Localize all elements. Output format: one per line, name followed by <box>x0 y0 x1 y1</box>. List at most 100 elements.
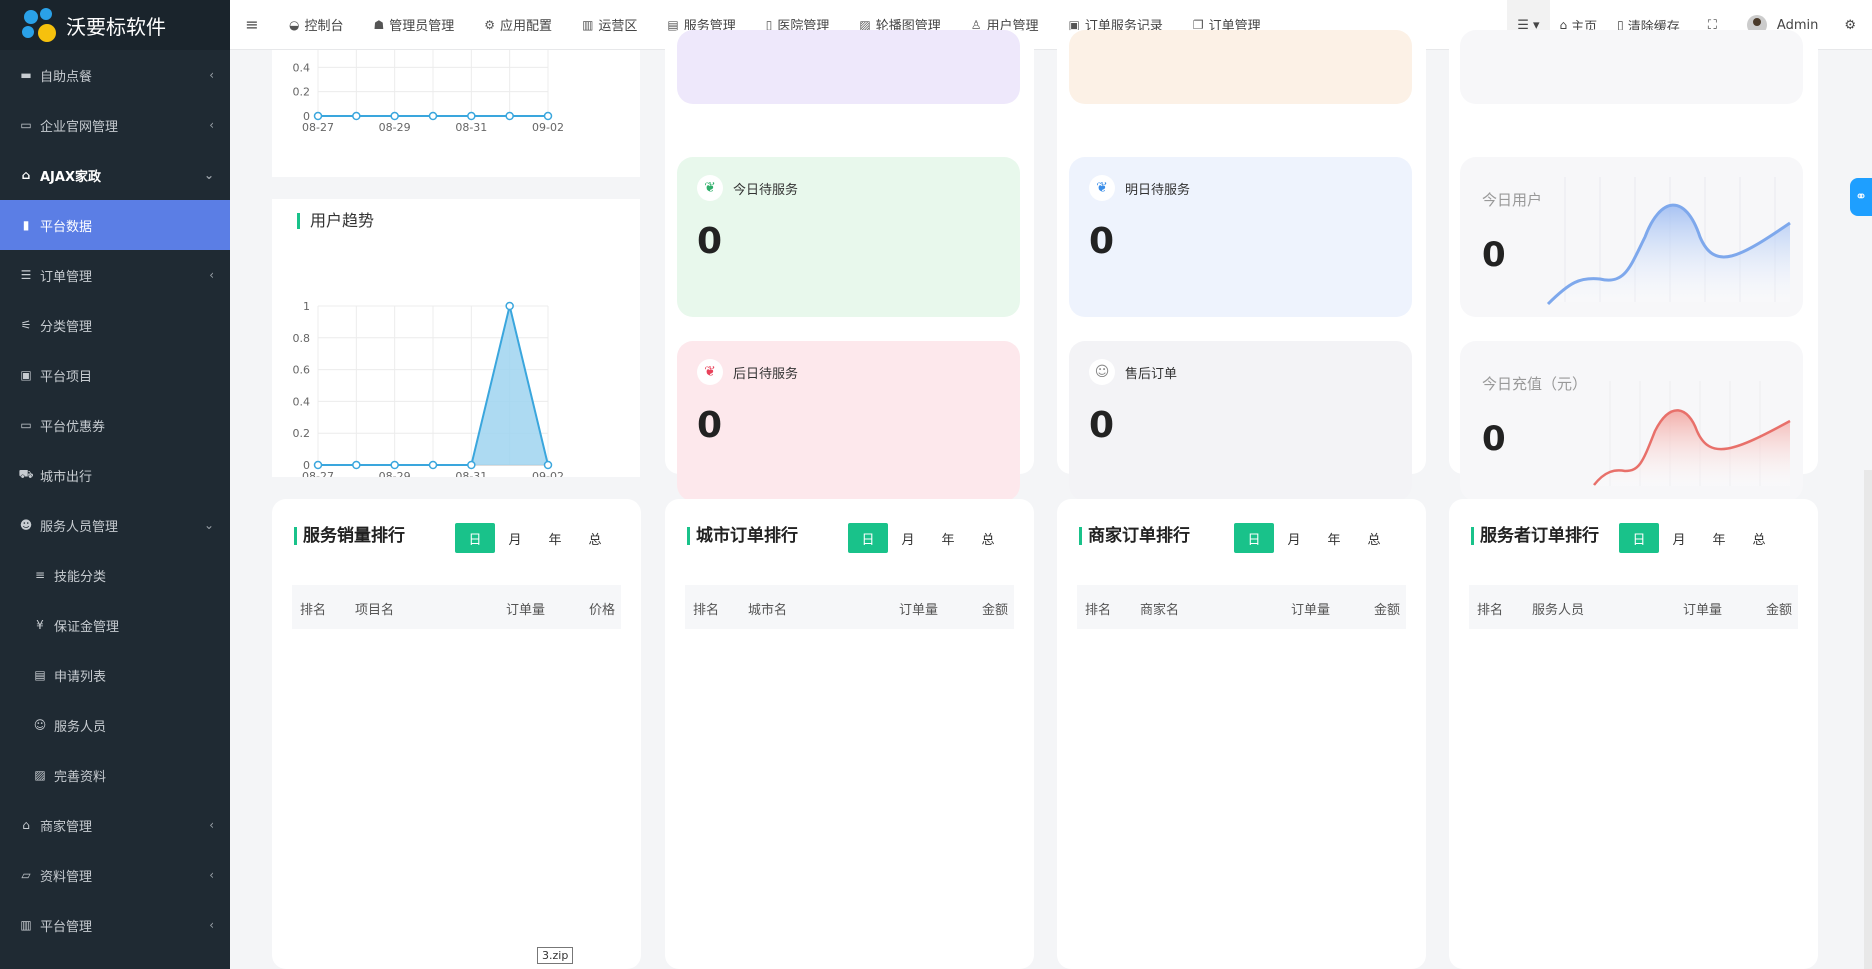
x-tick-label: 08-27 <box>302 470 334 477</box>
tomorrow-service-label: 明日待服务 <box>1125 183 1191 198</box>
period-tab[interactable]: 月 <box>1659 523 1699 553</box>
column-header[interactable]: 排名 <box>693 599 719 618</box>
period-tab[interactable]: 年 <box>928 523 968 553</box>
order-stats-panel: ❦ 明日待服务 0 ☺ 售后订单 0 <box>1057 30 1426 501</box>
y-tick-label: 0.6 <box>293 364 311 377</box>
data-point <box>428 460 438 470</box>
y-tick-label: 0.2 <box>293 86 311 99</box>
nav-item-2[interactable]: ⚙ 应用配置 <box>469 0 567 50</box>
column-header[interactable]: 订单量 <box>899 599 938 618</box>
sidebar-item-3[interactable]: ▮ 平台数据 <box>0 200 230 250</box>
column-header[interactable]: 服务人员 <box>1532 599 1584 618</box>
column-header[interactable]: 排名 <box>1085 599 1111 618</box>
smile-icon: ☺ <box>1089 359 1115 385</box>
nav-item-3[interactable]: ▥ 运营区 <box>567 0 652 50</box>
sidebar-item-label: 城市出行 <box>40 469 93 485</box>
sidebar-item-13[interactable]: ☺ 服务人员 <box>0 700 230 750</box>
dashboard-icon: ◒ <box>289 17 300 32</box>
today-service-box[interactable]: ❦ 今日待服务 0 <box>677 157 1020 317</box>
link-icon[interactable]: ⚭ <box>1850 178 1872 216</box>
today-users-sparkline <box>1546 177 1791 306</box>
brand[interactable]: 沃要标软件 <box>0 0 230 50</box>
column-header[interactable]: 订单量 <box>1291 599 1330 618</box>
sidebar-item-label: 完善资料 <box>54 769 107 785</box>
chevron-icon: ‹ <box>209 268 214 282</box>
user-trend-title: 用户趋势 <box>297 213 374 229</box>
user-icon: ☺ <box>33 718 47 732</box>
column-header[interactable]: 金额 <box>1374 599 1400 618</box>
today-recharge-sparkline <box>1593 381 1791 486</box>
image-icon: ▨ <box>34 768 46 782</box>
sidebar-item-0[interactable]: ▬ 自助点餐 ‹ <box>0 50 230 100</box>
sidebar-item-label: 自助点餐 <box>40 69 93 85</box>
sidebar-item-5[interactable]: ⚟ 分类管理 <box>0 300 230 350</box>
period-tab[interactable]: 日 <box>1619 523 1659 553</box>
column-header[interactable]: 排名 <box>1477 599 1503 618</box>
today-users-box[interactable]: 今日用户 0 <box>1460 157 1803 317</box>
sidebar-item-label: 申请列表 <box>54 669 107 685</box>
settings-icon[interactable]: ⚙ <box>1844 0 1872 50</box>
period-tab[interactable]: 月 <box>888 523 928 553</box>
column-header[interactable]: 价格 <box>589 599 615 618</box>
period-tab[interactable]: 年 <box>535 523 575 553</box>
logo-icon <box>22 8 56 42</box>
period-tab[interactable]: 月 <box>1274 523 1314 553</box>
x-tick-label: 08-29 <box>379 470 411 477</box>
column-header[interactable]: 商家名 <box>1140 599 1179 618</box>
sidebar-item-15[interactable]: ⌂ 商家管理 ‹ <box>0 800 230 850</box>
sidebar-item-17[interactable]: ▥ 平台管理 ‹ <box>0 900 230 950</box>
sidebar-item-label: 资料管理 <box>40 869 93 885</box>
column-header[interactable]: 城市名 <box>748 599 787 618</box>
sidebar-item-label: 平台数据 <box>40 219 93 235</box>
sidebar-item-4[interactable]: ☰ 订单管理 ‹ <box>0 250 230 300</box>
sidebar-item-14[interactable]: ▨ 完善资料 <box>0 750 230 800</box>
main-content: 0.6 0.4 0.2 0 08-27 08-29 08-31 09-02 用户趋势 1 0.8… <box>230 30 1872 969</box>
ranking-card-0: 服务销量排行 日月年总排名 项目名 订单量 价格 <box>272 499 641 969</box>
menu-toggle-icon[interactable]: ≡ <box>230 15 274 34</box>
period-tab[interactable]: 日 <box>455 523 495 553</box>
bars-icon: ▥ <box>20 918 32 932</box>
column-header[interactable]: 订单量 <box>1683 599 1722 618</box>
sidebar-item-label: 分类管理 <box>40 319 93 335</box>
sidebar-item-8[interactable]: ⛟ 城市出行 <box>0 450 230 500</box>
period-tab[interactable]: 年 <box>1699 523 1739 553</box>
sidebar-item-6[interactable]: ▣ 平台项目 <box>0 350 230 400</box>
nav-item-0[interactable]: ◒ 控制台 <box>274 0 359 50</box>
nav-item-1[interactable]: ☗ 管理员管理 <box>359 0 470 50</box>
today-recharge-box[interactable]: 今日充值（元） 0 <box>1460 341 1803 501</box>
sidebar-item-2[interactable]: ⌂ AJAX家政 ⌄ <box>0 150 230 200</box>
period-tab[interactable]: 总 <box>968 523 1008 553</box>
sidebar-item-9[interactable]: ☻ 服务人员管理 ⌄ <box>0 500 230 550</box>
sidebar-item-12[interactable]: ▤ 申请列表 <box>0 650 230 700</box>
period-tab[interactable]: 日 <box>1234 523 1274 553</box>
period-tab[interactable]: 总 <box>1354 523 1394 553</box>
sidebar-item-10[interactable]: ≡ 技能分类 <box>0 550 230 600</box>
after-sale-orders-box[interactable]: ☺ 售后订单 0 <box>1069 341 1412 501</box>
scrollbar[interactable] <box>1864 470 1872 969</box>
sidebar-item-7[interactable]: ▭ 平台优惠券 <box>0 400 230 450</box>
period-tab[interactable]: 总 <box>1739 523 1779 553</box>
after-tomorrow-service-box[interactable]: ❦ 后日待服务 0 <box>677 341 1020 501</box>
column-header[interactable]: 金额 <box>982 599 1008 618</box>
after-sale-orders-value: 0 <box>1089 405 1115 446</box>
period-tab[interactable]: 月 <box>495 523 535 553</box>
column-header[interactable]: 排名 <box>300 599 326 618</box>
data-point <box>505 111 514 121</box>
tomorrow-service-box[interactable]: ❦ 明日待服务 0 <box>1069 157 1412 317</box>
today-service-label: 今日待服务 <box>733 183 799 198</box>
map-icon: ▥ <box>582 17 594 32</box>
x-tick-label: 08-29 <box>379 121 411 134</box>
chevron-icon: ⌄ <box>203 168 214 182</box>
sidebar-item-16[interactable]: ▱ 资料管理 ‹ <box>0 850 230 900</box>
period-tab[interactable]: 日 <box>848 523 888 553</box>
period-tab[interactable]: 总 <box>575 523 615 553</box>
sidebar-item-11[interactable]: ¥ 保证金管理 <box>0 600 230 650</box>
column-header[interactable]: 项目名 <box>355 599 394 618</box>
y-tick-label: 0.4 <box>293 61 311 74</box>
trend-box-partial <box>1460 30 1803 104</box>
column-header[interactable]: 金额 <box>1766 599 1792 618</box>
period-tab[interactable]: 年 <box>1314 523 1354 553</box>
card-icon: ▬ <box>20 68 32 82</box>
sidebar-item-1[interactable]: ▭ 企业官网管理 ‹ <box>0 100 230 150</box>
column-header[interactable]: 订单量 <box>506 599 545 618</box>
